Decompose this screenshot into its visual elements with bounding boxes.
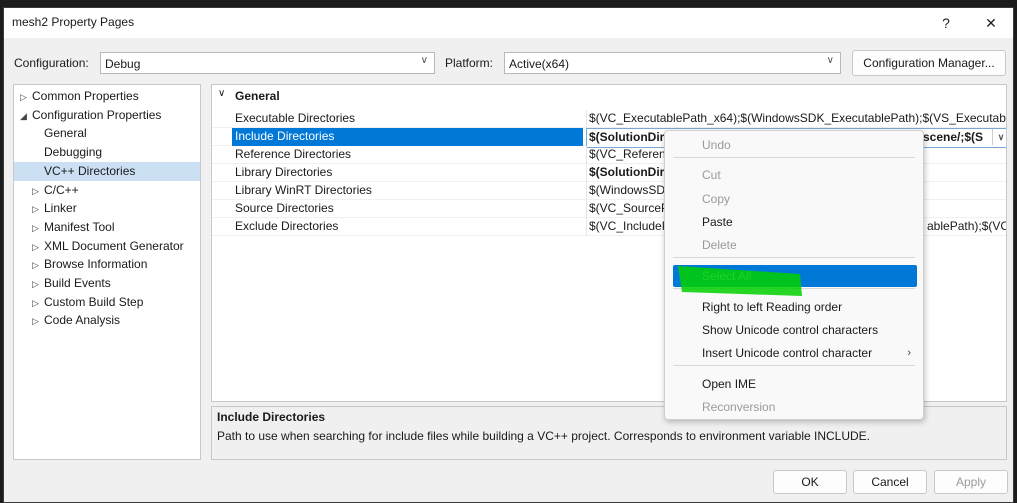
cancel-button[interactable]: Cancel: [853, 470, 927, 494]
tree-item[interactable]: ▷ Linker: [14, 199, 200, 218]
tree-item[interactable]: ▷ XML Document Generator: [14, 237, 200, 256]
expand-arrow-icon[interactable]: ▷: [32, 182, 44, 200]
property-tree[interactable]: ▷ Common Properties ◢ Configuration Propert…: [13, 84, 201, 460]
menu-item[interactable]: Insert Unicode control character ›: [665, 342, 923, 364]
menu-item[interactable]: Cut: [665, 164, 923, 186]
chevron-down-icon[interactable]: ∨: [218, 88, 225, 99]
green-highlight-marker: [678, 266, 802, 296]
menu-item-label: Insert Unicode control character: [702, 346, 873, 360]
apply-button[interactable]: Apply: [934, 470, 1008, 494]
property-value-text: $(SolutionDir): [589, 165, 669, 179]
platform-value: Active(x64): [509, 57, 570, 71]
property-value-tail: ablePath);$(VC_: [927, 219, 1007, 233]
chevron-down-icon[interactable]: ∨: [992, 129, 1006, 145]
platform-dropdown[interactable]: Active(x64) ∨: [504, 52, 841, 74]
menu-item-label: Delete: [702, 238, 737, 252]
expand-arrow-icon[interactable]: ▷: [32, 294, 44, 312]
property-name[interactable]: Exclude Directories: [232, 218, 583, 236]
help-button[interactable]: ?: [934, 12, 958, 34]
property-value-text: $(VC_ExecutablePath_x64);$(WindowsSDK_Ex…: [589, 111, 1007, 125]
tree-item[interactable]: VC++ Directories: [14, 161, 200, 181]
tree-item-label: XML Document Generator: [44, 238, 184, 253]
menu-item-label: Cut: [702, 168, 721, 182]
menu-item[interactable]: Reconversion: [665, 396, 923, 418]
menu-item-label: Paste: [702, 215, 733, 229]
expand-arrow-icon[interactable]: ◢: [20, 107, 32, 125]
tree-item[interactable]: ◢ Configuration Properties: [14, 106, 200, 125]
expand-arrow-icon[interactable]: ▷: [32, 275, 44, 293]
tree-item-label: Configuration Properties: [32, 107, 162, 122]
tree-item[interactable]: Debugging: [14, 143, 200, 162]
tree-item[interactable]: ▷ Manifest Tool: [14, 218, 200, 237]
menu-item-label: Open IME: [702, 377, 757, 391]
expand-arrow-icon[interactable]: ▷: [32, 219, 44, 237]
title-bar: mesh2 Property Pages ? ✕: [4, 8, 1013, 38]
description-title: Include Directories: [217, 410, 326, 424]
property-row[interactable]: Executable Directories $(VC_ExecutablePat…: [212, 110, 1006, 128]
chevron-right-icon: ›: [907, 347, 911, 359]
tree-item[interactable]: ▷ Build Events: [14, 274, 200, 293]
window-title: mesh2 Property Pages: [12, 15, 135, 29]
expand-arrow-icon[interactable]: ▷: [32, 256, 44, 274]
property-name[interactable]: Source Directories: [232, 200, 583, 218]
property-name[interactable]: Reference Directories: [232, 146, 583, 164]
tree-item-label: VC++ Directories: [44, 163, 136, 178]
tree-item-label: Code Analysis: [44, 313, 121, 328]
property-name[interactable]: Include Directories: [232, 128, 583, 146]
tree-item-label: Manifest Tool: [44, 219, 115, 234]
configuration-value: Debug: [105, 57, 141, 71]
configuration-row: Configuration: Debug ∨ Platform: Active(…: [4, 50, 1013, 76]
tree-item[interactable]: ▷ Custom Build Step: [14, 293, 200, 312]
ok-button[interactable]: OK: [773, 470, 847, 494]
menu-item[interactable]: Show Unicode control characters: [665, 319, 923, 341]
tree-item-label: Linker: [44, 201, 77, 216]
tree-item[interactable]: ▷ Common Properties: [14, 87, 200, 106]
menu-item-label: Show Unicode control characters: [702, 323, 879, 337]
property-value[interactable]: $(VC_ExecutablePath_x64);$(WindowsSDK_Ex…: [586, 110, 1007, 128]
chevron-down-icon: ∨: [826, 55, 834, 66]
tree-item-label: Common Properties: [32, 89, 139, 103]
expand-arrow-icon[interactable]: ▷: [32, 238, 44, 256]
menu-separator: [673, 257, 915, 258]
chevron-down-icon: ∨: [420, 55, 428, 66]
expand-arrow-icon[interactable]: ▷: [20, 88, 32, 106]
menu-separator: [673, 365, 915, 366]
menu-item[interactable]: Undo: [665, 134, 923, 156]
property-name[interactable]: Library WinRT Directories: [232, 182, 583, 200]
menu-separator: [673, 157, 915, 158]
property-value-text: $(WindowsSDK: [589, 183, 674, 197]
menu-item[interactable]: Paste: [665, 211, 923, 233]
tree-item-label: Custom Build Step: [44, 294, 144, 309]
expand-arrow-icon[interactable]: ▷: [32, 312, 44, 330]
tree-item-label: General: [44, 126, 87, 141]
tree-item-label: Debugging: [44, 145, 103, 160]
description-text: Path to use when searching for include f…: [217, 429, 871, 443]
menu-item[interactable]: Copy: [665, 188, 923, 210]
configuration-label: Configuration:: [14, 56, 89, 70]
property-name[interactable]: Executable Directories: [232, 110, 583, 128]
menu-item[interactable]: Open IME: [665, 373, 923, 395]
expand-arrow-icon[interactable]: ▷: [32, 200, 44, 218]
configuration-manager-button[interactable]: Configuration Manager...: [852, 50, 1006, 76]
platform-label: Platform:: [445, 56, 494, 70]
tree-item[interactable]: General: [14, 124, 200, 143]
menu-item-label: Undo: [702, 138, 731, 152]
menu-item-label: Reconversion: [702, 400, 776, 414]
menu-item-label: Copy: [702, 192, 731, 206]
tree-item-label: Build Events: [44, 276, 111, 290]
tree-item-label: C/C++: [44, 182, 79, 197]
tree-item-label: Browse Information: [44, 257, 148, 272]
category-general[interactable]: ∨ General: [212, 87, 1006, 105]
tree-item[interactable]: ▷ Code Analysis: [14, 311, 200, 330]
configuration-dropdown[interactable]: Debug ∨: [100, 52, 435, 74]
property-name[interactable]: Library Directories: [232, 164, 583, 182]
tree-item[interactable]: ▷ Browse Information: [14, 255, 200, 274]
tree-item[interactable]: ▷ C/C++: [14, 181, 200, 200]
category-label: General: [235, 89, 280, 103]
menu-item[interactable]: Delete: [665, 234, 923, 256]
close-button[interactable]: ✕: [979, 12, 1003, 34]
